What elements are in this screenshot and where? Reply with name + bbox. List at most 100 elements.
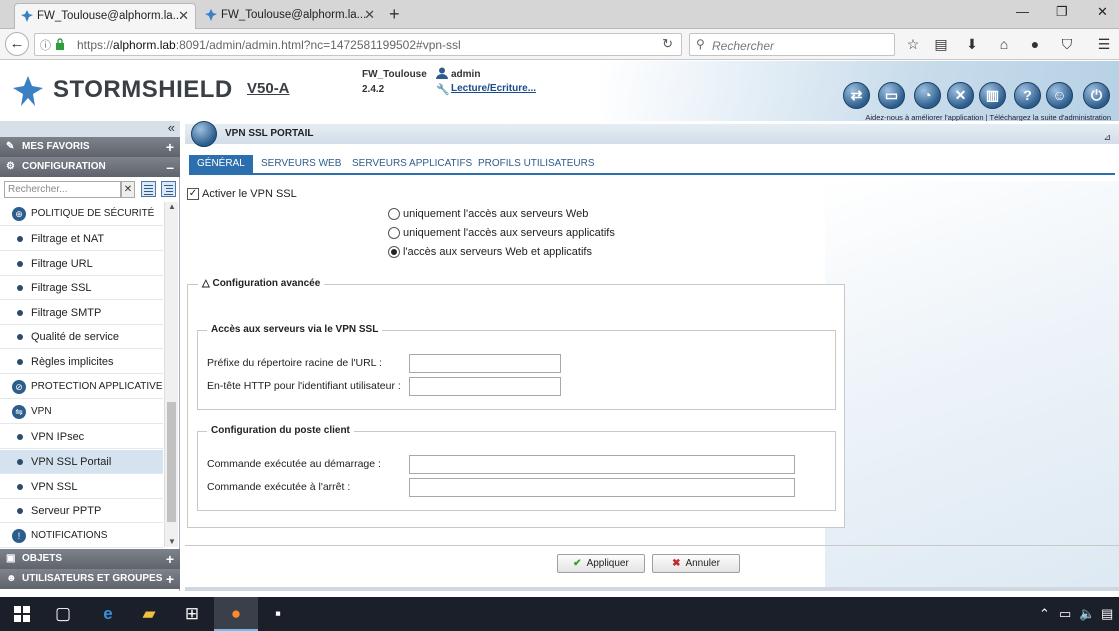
tab-general[interactable]: GÉNÉRAL — [189, 155, 253, 173]
sidebar-item-implicit-rules[interactable]: Règles implicites — [0, 350, 163, 374]
notification-center-icon[interactable]: ▤ — [1101, 606, 1113, 622]
clear-search-button[interactable]: ✕ — [121, 181, 135, 198]
firefox-button[interactable]: ● — [214, 597, 258, 631]
sidebar-section-configuration[interactable]: ⚙ CONFIGURATION – — [0, 157, 180, 177]
model-name[interactable]: V50-A — [247, 80, 290, 97]
close-window-button[interactable]: ✕ — [1097, 4, 1108, 20]
back-button[interactable]: ← — [5, 32, 29, 56]
user-settings-button[interactable]: ☺ — [1046, 82, 1073, 109]
sidebar-search-input[interactable]: Rechercher... — [4, 181, 121, 198]
expand-icon: + — [165, 551, 174, 567]
browser-tab-1[interactable]: FW_Toulouse@alphorm.la... ✕ — [14, 3, 196, 29]
store-icon: ⊞ — [184, 604, 200, 623]
network-tray-icon[interactable]: ▭ — [1059, 606, 1071, 622]
tools-button[interactable]: ✕ — [947, 82, 974, 109]
sidebar-item-vpn[interactable]: ⇋ VPN — [0, 400, 163, 424]
browser-tab-2[interactable]: FW_Toulouse@alphorm.la... ✕ — [199, 3, 381, 29]
edge-button[interactable]: e — [86, 597, 130, 631]
url-prefix-input[interactable] — [409, 354, 561, 373]
tab-user-profiles[interactable]: PROFILS UTILISATEURS — [470, 155, 603, 173]
hamburger-menu-icon[interactable]: ☰ — [1095, 35, 1113, 53]
close-tab-icon[interactable]: ✕ — [178, 4, 189, 28]
task-view-button[interactable]: ▢ — [41, 597, 85, 631]
sidebar-section-users-groups[interactable]: ☻ UTILISATEURS ET GROUPES + — [0, 569, 180, 589]
file-explorer-button[interactable]: ▰ — [127, 597, 171, 631]
volume-icon[interactable]: 🔈 — [1079, 606, 1095, 622]
sidebar-item-notifications[interactable]: ! NOTIFICATIONS — [0, 524, 163, 548]
tab-app-servers[interactable]: SERVEURS APPLICATIFS — [344, 155, 480, 173]
terminal-button[interactable]: ▪ — [256, 597, 300, 631]
app-header: STORMSHIELD V50-A FW_Toulouse 2.4.2 admi… — [0, 61, 1119, 122]
section-label: CONFIGURATION — [22, 161, 106, 172]
network-button[interactable]: ⇄ — [843, 82, 870, 109]
address-bar[interactable]: ⓘ https://alphorm.lab:8091/admin/admin.h… — [34, 33, 682, 56]
radio-web-and-app-label: l'accès aux serveurs Web et applicatifs — [403, 246, 592, 258]
client-config-fieldset: Configuration du poste client Commande e… — [197, 425, 836, 511]
sidebar-item-label: VPN SSL Portail — [31, 456, 112, 468]
tab-web-servers[interactable]: SERVEURS WEB — [253, 155, 349, 173]
browser-tab-title: FW_Toulouse@alphorm.la... — [221, 9, 367, 21]
store-button[interactable]: ⊞ — [170, 597, 214, 631]
page-tabs: GÉNÉRAL SERVEURS WEB SERVEURS APPLICATIF… — [189, 155, 1115, 175]
sidebar-item-label: Qualité de service — [31, 331, 120, 343]
tray-chevron-up-icon[interactable]: ⌃ — [1039, 606, 1050, 622]
windows-start-button[interactable] — [0, 597, 44, 631]
dashboard-button[interactable]: ◔ — [914, 82, 941, 109]
sidebar: « ✎ MES FAVORIS + ⚙ CONFIGURATION – Rech… — [0, 120, 180, 591]
advanced-config-legend[interactable]: △ Configuration avancée — [198, 278, 325, 289]
reload-icon[interactable]: ↻ — [662, 36, 673, 52]
reading-list-icon[interactable]: ▤ — [932, 35, 950, 53]
sidebar-item-vpn-ssl-portal[interactable]: VPN SSL Portail — [0, 450, 163, 474]
close-tab-icon[interactable]: ✕ — [364, 3, 375, 27]
info-icon[interactable]: ⓘ — [40, 37, 51, 53]
pin-icon[interactable]: ⊿ — [1103, 132, 1111, 143]
sidebar-item-label: PROTECTION APPLICATIVE — [31, 381, 163, 392]
monitor-button[interactable]: ▭ — [878, 82, 905, 109]
apply-button[interactable]: ✔ Appliquer — [557, 554, 645, 573]
enable-vpn-ssl-checkbox[interactable]: ✓ — [187, 188, 199, 200]
notifications-icon: ! — [12, 529, 26, 543]
help-button[interactable]: ? — [1014, 82, 1041, 109]
radio-app-only[interactable] — [388, 227, 400, 239]
scroll-up-icon[interactable]: ▲ — [168, 202, 176, 211]
logout-button[interactable]: ⏻ — [1083, 82, 1110, 109]
scrollbar-thumb[interactable] — [167, 402, 176, 522]
reports-button[interactable]: ▥ — [979, 82, 1006, 109]
sidebar-item-ssl-filtering[interactable]: Filtrage SSL — [0, 276, 163, 300]
radio-web-and-app[interactable] — [388, 246, 400, 258]
sidebar-item-smtp-filtering[interactable]: Filtrage SMTP — [0, 301, 163, 325]
stop-command-input[interactable] — [409, 478, 795, 497]
sidebar-section-objects[interactable]: ▣ OBJETS + — [0, 549, 180, 569]
tree-view-button[interactable] — [161, 181, 176, 197]
sidebar-item-app-protection[interactable]: ⊘ PROTECTION APPLICATIVE — [0, 375, 163, 399]
sidebar-item-filter-nat[interactable]: Filtrage et NAT — [0, 227, 163, 251]
download-icon[interactable]: ⬇ — [963, 35, 981, 53]
scroll-down-icon[interactable]: ▼ — [168, 537, 176, 546]
sidebar-scrollbar[interactable]: ▲ ▼ — [164, 202, 178, 547]
radio-web-only[interactable] — [388, 208, 400, 220]
sidebar-item-qos[interactable]: Qualité de service — [0, 325, 163, 349]
home-icon[interactable]: ⌂ — [995, 35, 1013, 53]
monitor-icon: ▭ — [884, 87, 899, 103]
sidebar-item-vpn-ssl[interactable]: VPN SSL — [0, 475, 163, 499]
http-header-input[interactable] — [409, 377, 561, 396]
new-tab-button[interactable]: + — [389, 4, 400, 25]
minimize-button[interactable]: — — [1016, 4, 1029, 19]
sidebar-section-favorites[interactable]: ✎ MES FAVORIS + — [0, 137, 180, 157]
access-mode-link[interactable]: Lecture/Ecriture... — [451, 83, 536, 94]
sidebar-collapse-bar[interactable]: « — [0, 120, 180, 137]
section-label: MES FAVORIS — [22, 141, 90, 152]
browser-search-box[interactable]: ⚲ Rechercher — [689, 33, 895, 56]
users-icon: ☻ — [6, 573, 17, 584]
cancel-button[interactable]: ✖ Annuler — [652, 554, 740, 573]
bookmark-star-icon[interactable]: ☆ — [904, 35, 922, 53]
sidebar-item-vpn-ipsec[interactable]: VPN IPsec — [0, 425, 163, 449]
sidebar-item-url-filtering[interactable]: Filtrage URL — [0, 252, 163, 276]
pocket-icon[interactable]: ⛉ — [1058, 35, 1076, 53]
chat-icon[interactable]: ● — [1026, 35, 1044, 53]
sidebar-item-security-policy[interactable]: ⊕ POLITIQUE DE SÉCURITÉ — [0, 202, 163, 226]
start-command-input[interactable] — [409, 455, 795, 474]
sidebar-item-pptp-server[interactable]: Serveur PPTP — [0, 499, 163, 523]
list-view-button[interactable] — [141, 181, 156, 197]
maximize-button[interactable]: ❐ — [1056, 4, 1068, 20]
